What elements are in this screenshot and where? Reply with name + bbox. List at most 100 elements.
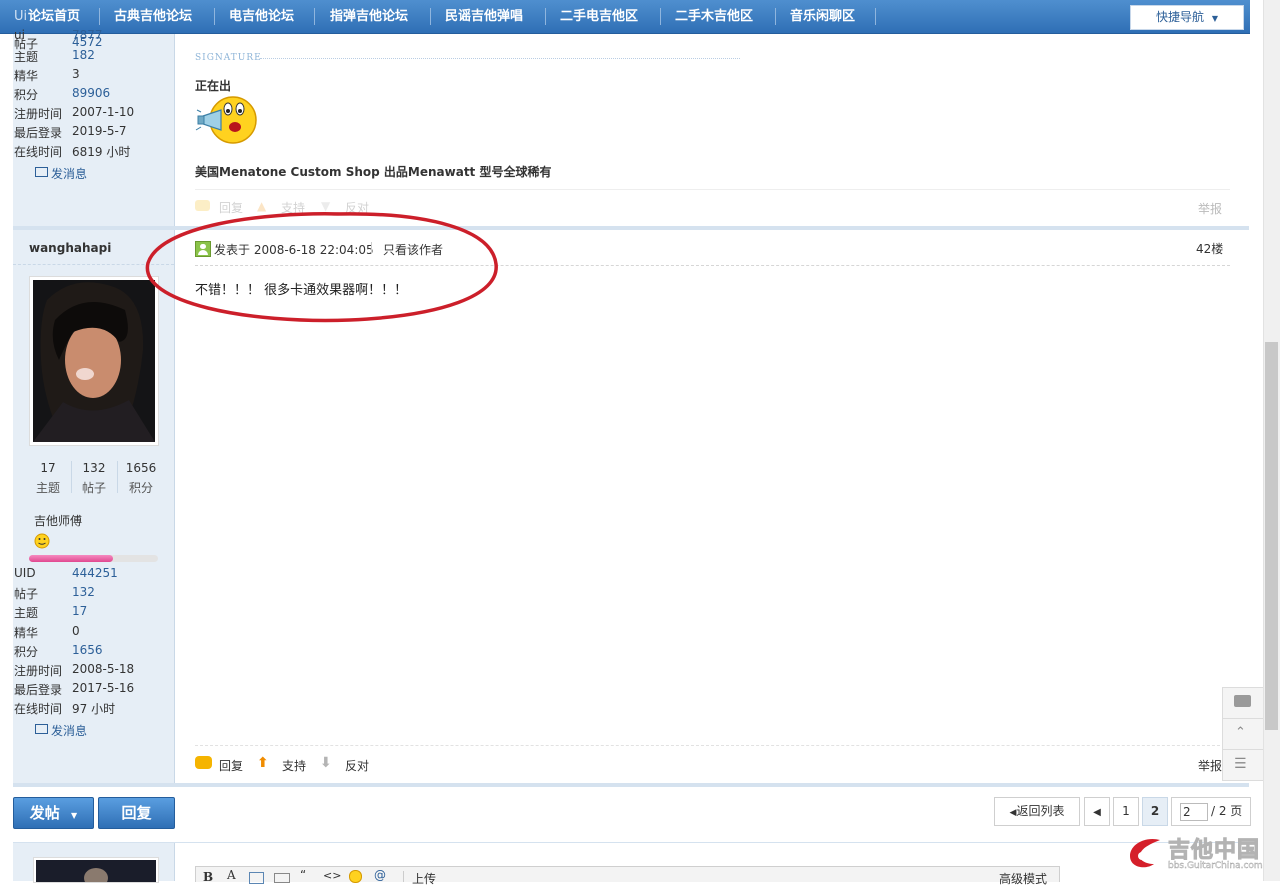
quick-nav-label: 快捷导航 (1156, 10, 1205, 24)
caret-left-icon: ◀ (1093, 807, 1101, 818)
profile-value[interactable]: 132 (72, 585, 95, 599)
prev-report-link[interactable]: 举报 (1198, 200, 1222, 217)
envelope-icon (35, 724, 48, 734)
profile-value: 2017-5-16 (72, 681, 135, 695)
image-icon[interactable] (249, 872, 264, 884)
nav-item-folk[interactable]: 民谣吉他弹唱 (445, 0, 523, 33)
page-jump-input[interactable]: 2 (1180, 803, 1208, 821)
prev-stat-label: 精华 (14, 69, 39, 83)
smiley-rank-icon (34, 533, 50, 549)
nav-separator (775, 8, 776, 25)
page-button-current[interactable]: 2 (1142, 797, 1168, 826)
prev-stat-value: 3 (72, 67, 80, 81)
red-annotation-circle (145, 212, 498, 323)
mention-icon[interactable]: @ (374, 868, 386, 882)
nav-separator (99, 8, 100, 25)
stat-threads-label: 主题 (35, 481, 60, 495)
back-to-list-label: 返回列表 (1016, 804, 1065, 818)
back-to-list-button[interactable]: ◀返回列表 (994, 797, 1080, 826)
rank-progress-fill (29, 555, 113, 562)
profile-label: 帖子 (14, 587, 39, 601)
list-view-button[interactable]: ☰ (1222, 749, 1264, 781)
profile-label: UID (14, 566, 36, 580)
page-button-1[interactable]: 1 (1113, 797, 1139, 826)
feedback-button[interactable] (1222, 687, 1264, 719)
nav-separator (875, 8, 876, 25)
bold-button[interactable]: B (203, 870, 213, 884)
megaphone-smiley-icon (195, 96, 257, 144)
prev-stat-value: 2019-5-7 (72, 124, 127, 138)
message-link[interactable]: 发消息 (35, 722, 87, 739)
nav-item-classical[interactable]: 古典吉他论坛 (114, 0, 192, 33)
reply-button[interactable]: 回复 (219, 757, 243, 774)
font-color-button[interactable]: A (227, 868, 236, 882)
author-name[interactable]: wanghahapi (29, 241, 111, 255)
guitar-logo-icon (1130, 838, 1160, 868)
oppose-button[interactable]: 反对 (345, 757, 369, 774)
prev-stat-label: 注册时间 (14, 107, 63, 121)
emoji-icon[interactable] (349, 870, 362, 883)
chevron-down-icon: ▼ (1211, 14, 1218, 23)
report-link[interactable]: 举报 (1198, 757, 1222, 774)
upload-button[interactable]: 上传 (412, 870, 436, 887)
prev-stat-label: 积分 (14, 88, 39, 102)
nav-separator (314, 8, 315, 25)
profile-label: 主题 (14, 606, 39, 620)
profile-value[interactable]: 1656 (72, 643, 103, 657)
profile-value[interactable]: 444251 (72, 566, 118, 580)
stat-threads-value[interactable]: 17 (25, 461, 71, 475)
chat-bubble-icon (1234, 695, 1251, 707)
top-nav: Ui 论坛首页 古典吉他论坛 电吉他论坛 指弹吉他论坛 民谣吉他弹唱 二手电吉他… (0, 0, 1250, 34)
nav-item-used-electric[interactable]: 二手电吉他区 (560, 0, 638, 33)
reply-bubble-icon (195, 756, 212, 769)
media-icon[interactable] (274, 873, 290, 883)
prev-stat-label: 最后登录 (14, 126, 63, 140)
prev-stat-value[interactable]: 89906 (72, 86, 110, 100)
code-icon[interactable]: <> (323, 869, 341, 882)
scrollbar-thumb[interactable] (1265, 342, 1278, 730)
arrow-down-icon: ⬇ (320, 755, 332, 771)
arrow-top-icon: ⌃ (1235, 725, 1246, 740)
back-to-top-button[interactable]: ⌃ (1222, 718, 1264, 750)
prev-stat-label: 主题 (14, 50, 39, 64)
prev-stat-label: 在线时间 (14, 145, 63, 159)
nav-item-used-acoustic[interactable]: 二手木吉他区 (675, 0, 753, 33)
new-post-button[interactable]: 发帖 ▼ (13, 797, 94, 829)
stat-posts-label: 帖子 (81, 481, 106, 495)
nav-item-electric[interactable]: 电吉他论坛 (229, 0, 294, 33)
prev-message-link-label: 发消息 (51, 167, 88, 181)
profile-value[interactable]: 17 (72, 604, 87, 618)
prev-page-button[interactable]: ◀ (1084, 797, 1110, 826)
stat-points-value[interactable]: 1656 (117, 461, 165, 475)
advanced-mode-link[interactable]: 高级模式 (999, 870, 1047, 887)
nav-separator (545, 8, 546, 25)
prev-stat-value: 6819 小时 (72, 145, 131, 159)
page-jump: 2 / 2 页 (1171, 797, 1251, 826)
signature-divider (260, 58, 740, 59)
stat-posts-value[interactable]: 132 (71, 461, 117, 475)
list-icon: ☰ (1234, 756, 1247, 772)
profile-label: 在线时间 (14, 702, 63, 716)
prev-stat-value[interactable]: 4572 (72, 35, 103, 49)
user-rank: 吉他师傅 (34, 514, 83, 528)
quick-nav-dropdown[interactable]: 快捷导航 ▼ (1130, 5, 1244, 30)
profile-value: 0 (72, 624, 80, 638)
floor-number[interactable]: 42楼 (1196, 240, 1223, 257)
chevron-down-icon: ▼ (71, 811, 78, 820)
prev-stat-value[interactable]: 182 (72, 48, 95, 62)
avatar-photo (33, 280, 155, 442)
support-button[interactable]: 支持 (282, 757, 306, 774)
profile-label: 积分 (14, 645, 39, 659)
nav-item-fingerstyle[interactable]: 指弹吉他论坛 (330, 0, 408, 33)
profile-label: 精华 (14, 626, 39, 640)
prev-message-link[interactable]: 发消息 (35, 165, 87, 182)
action-divider (195, 745, 1230, 746)
quote-icon[interactable]: “ (300, 868, 306, 882)
reply-bottom-button[interactable]: 回复 (98, 797, 175, 829)
watermark-brand: 吉他中国 (1167, 838, 1261, 864)
nav-item-music-chat[interactable]: 音乐闲聊区 (790, 0, 855, 33)
my-avatar[interactable] (33, 857, 159, 883)
arrow-up-icon: ⬆ (257, 755, 269, 771)
stat-points-label: 积分 (128, 481, 153, 495)
nav-separator (430, 8, 431, 25)
